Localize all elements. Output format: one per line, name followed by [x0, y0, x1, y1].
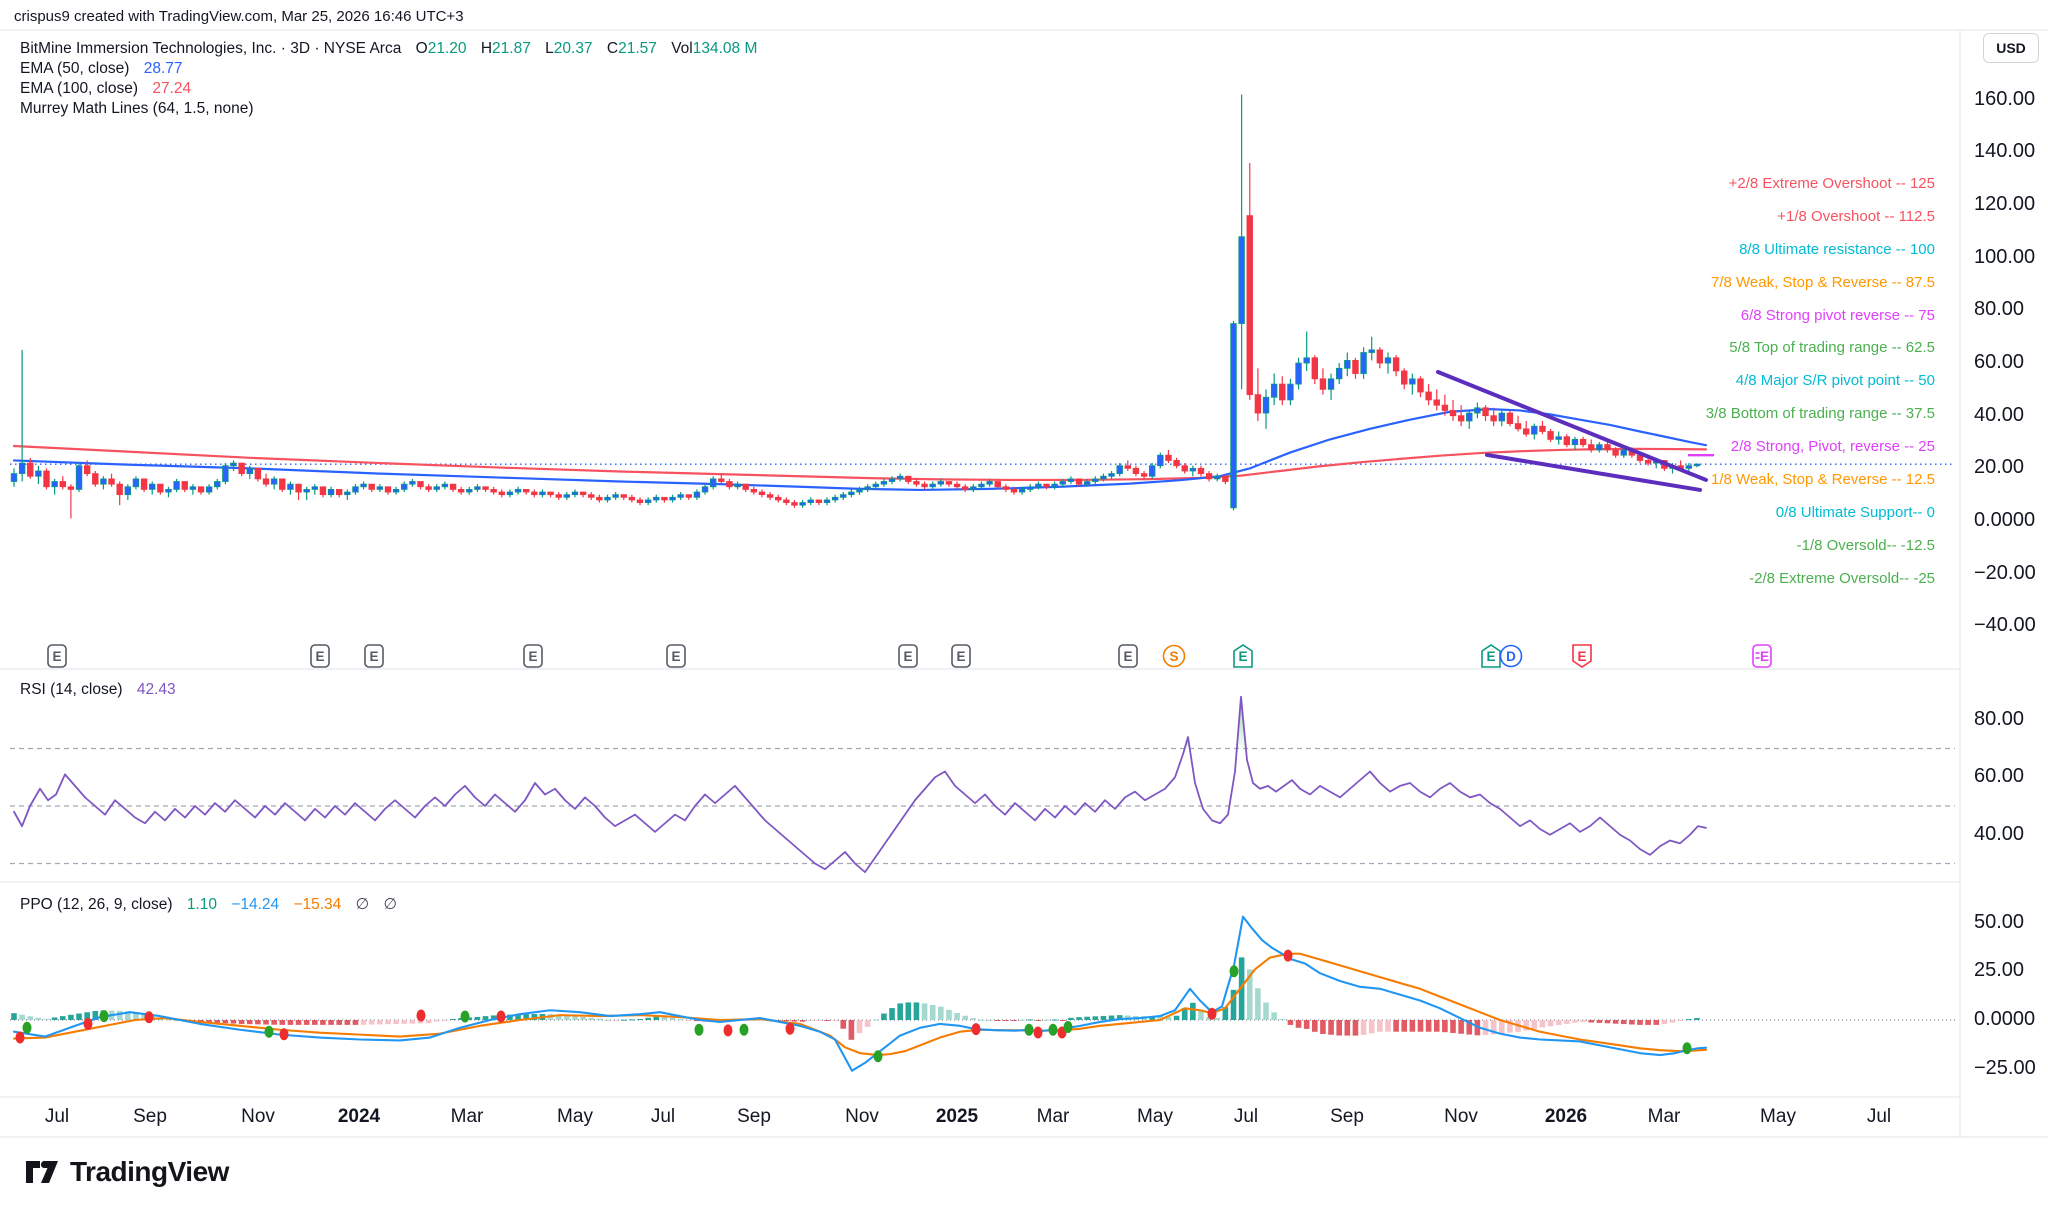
event-badge-earnings-beat[interactable]: E	[1233, 644, 1253, 668]
trend-line[interactable]	[1485, 452, 1702, 492]
ema100-label: EMA (100, close)	[20, 80, 139, 97]
ppo-cross-dot	[83, 1017, 93, 1030]
ppo-cross-dot	[1033, 1026, 1043, 1039]
svg-text:E: E	[528, 649, 537, 664]
svg-text:D: D	[1506, 649, 1516, 664]
trend-line[interactable]	[1436, 370, 1708, 482]
low-value: 20.37	[553, 40, 593, 57]
ppo-cross-dot	[496, 1010, 506, 1023]
ppo-cross-dot	[22, 1021, 32, 1034]
ppo-cross-dot	[279, 1028, 289, 1041]
ppo-cross-dot	[1048, 1023, 1058, 1036]
event-badge-earnings-miss[interactable]: E	[1572, 644, 1592, 668]
rsi-label: RSI (14, close)	[20, 681, 123, 698]
ppo-legend-row[interactable]: PPO (12, 26, 9, close) 1.10 −14.24 −15.3…	[20, 895, 397, 914]
chart-canvas[interactable]: EEEEEEEESEEDEE	[0, 0, 2048, 1207]
ema50-legend-row[interactable]: EMA (50, close) 28.77	[20, 60, 183, 78]
rsi-line	[13, 695, 1707, 874]
ppo-empty-icon-2: ∅	[383, 896, 397, 913]
svg-text:E: E	[671, 649, 680, 664]
open-value: 21.20	[427, 40, 467, 57]
ppo-cross-dot	[15, 1031, 25, 1044]
svg-text:E: E	[903, 649, 912, 664]
symbol-title: BitMine Immersion Technologies, Inc. · 3…	[20, 40, 402, 57]
open-label: O	[415, 40, 428, 57]
ppo-cross-dot	[785, 1022, 795, 1035]
event-badge-earnings-estimate[interactable]: E	[1752, 644, 1772, 668]
ppo-cross-dot	[873, 1050, 883, 1063]
event-badge-earnings-beat[interactable]: E	[1481, 644, 1501, 668]
close-label: C	[606, 40, 619, 57]
ppo-cross-dot	[460, 1010, 470, 1023]
murrey-label: Murrey Math Lines (64, 1.5, none)	[20, 100, 254, 117]
event-badge-earnings[interactable]: E	[951, 644, 971, 668]
svg-text:E: E	[1577, 649, 1586, 664]
volume-value: 134.08 M	[692, 40, 758, 57]
ppo-cross-dot	[1682, 1042, 1692, 1055]
ppo-line-value: −14.24	[231, 896, 280, 913]
ppo-cross-dot	[1283, 949, 1293, 962]
tradingview-logo-text: TradingView	[70, 1156, 229, 1187]
murrey-legend-row[interactable]: Murrey Math Lines (64, 1.5, none)	[20, 100, 253, 118]
ppo-cross-dot	[739, 1023, 749, 1036]
rsi-value: 42.43	[136, 681, 176, 698]
svg-text:E: E	[369, 649, 378, 664]
ema50-label: EMA (50, close)	[20, 60, 130, 77]
ppo-line	[12, 915, 1708, 1072]
ppo-cross-dot	[1207, 1007, 1217, 1020]
high-value: 21.87	[492, 40, 531, 57]
ppo-label: PPO (12, 26, 9, close)	[20, 896, 173, 913]
svg-text:E: E	[1486, 649, 1495, 664]
svg-text:E: E	[956, 649, 965, 664]
ppo-cross-dot	[264, 1025, 274, 1038]
tradingview-logo-icon	[26, 1160, 58, 1183]
ema50-value: 28.77	[143, 60, 183, 77]
svg-text:E: E	[315, 649, 324, 664]
ppo-cross-dot	[1063, 1021, 1073, 1034]
ppo-hist-value: 1.10	[186, 896, 217, 913]
rsi-legend-row[interactable]: RSI (14, close) 42.43	[20, 681, 176, 699]
ppo-cross-dot	[971, 1023, 981, 1036]
event-badge-split[interactable]: S	[1162, 644, 1186, 668]
tradingview-chart-page: crispus9 created with TradingView.com, M…	[0, 0, 2048, 1207]
ppo-cross-dot	[694, 1023, 704, 1036]
svg-text:E: E	[1238, 649, 1247, 664]
svg-text:E: E	[52, 649, 61, 664]
event-badge-earnings[interactable]: E	[310, 644, 330, 668]
ppo-cross-dot	[1024, 1023, 1034, 1036]
ema100-value: 27.24	[152, 80, 192, 97]
ppo-cross-dot	[1229, 965, 1239, 978]
event-badge-earnings[interactable]: E	[523, 644, 543, 668]
svg-text:E: E	[1123, 649, 1132, 664]
event-badge-earnings[interactable]: E	[364, 644, 384, 668]
event-badge-earnings[interactable]: E	[1118, 644, 1138, 668]
ppo-signal-value: −15.34	[293, 896, 342, 913]
close-value: 21.57	[618, 40, 657, 57]
ppo-cross-dot	[99, 1010, 109, 1023]
svg-text:S: S	[1169, 649, 1178, 664]
ema100-legend-row[interactable]: EMA (100, close) 27.24	[20, 80, 191, 98]
svg-text:E: E	[1760, 649, 1769, 664]
event-badge-earnings[interactable]: E	[898, 644, 918, 668]
ema100-line	[12, 444, 1708, 482]
volume-label: Vol	[671, 40, 693, 57]
event-badge-earnings[interactable]: E	[666, 644, 686, 668]
event-badge-earnings[interactable]: E	[47, 644, 67, 668]
low-label: L	[545, 40, 554, 57]
symbol-legend-row[interactable]: BitMine Immersion Technologies, Inc. · 3…	[20, 40, 757, 58]
ppo-cross-dot	[416, 1009, 426, 1022]
high-label: H	[480, 40, 493, 57]
ppo-empty-icon-1: ∅	[355, 896, 370, 913]
ppo-cross-dot	[723, 1024, 733, 1037]
event-badge-dividend[interactable]: D	[1499, 644, 1523, 668]
tradingview-logo[interactable]: TradingView	[24, 1156, 229, 1188]
ppo-signal-line	[12, 952, 1708, 1057]
currency-button[interactable]: USD	[1983, 33, 2039, 63]
ppo-cross-dot	[144, 1011, 154, 1024]
